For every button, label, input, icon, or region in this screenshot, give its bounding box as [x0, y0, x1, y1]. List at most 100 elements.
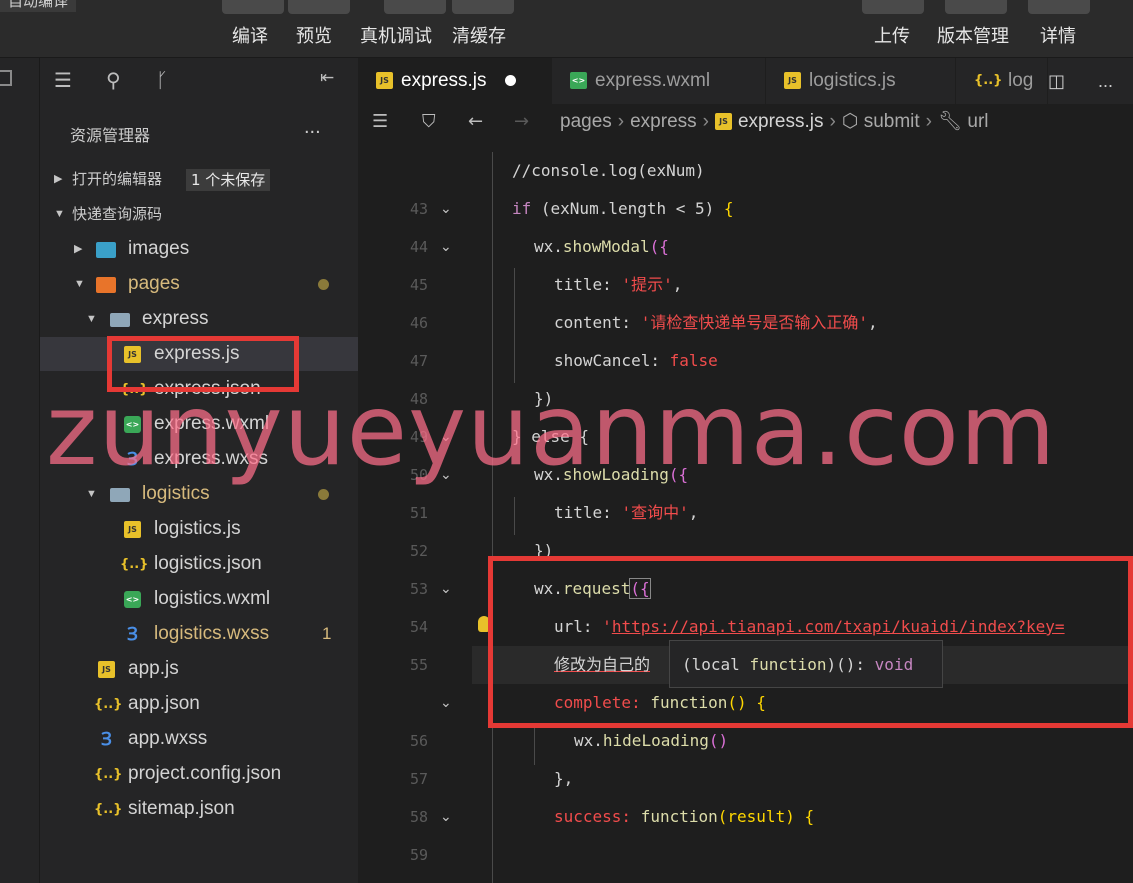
wxss-file-icon: Ɜ	[127, 624, 138, 645]
watermark-text: zunyueyuanma.com	[46, 374, 1057, 488]
code-text: showCancel:	[554, 351, 670, 370]
project-section[interactable]: ▼ 快递查询源码	[40, 197, 358, 231]
code-text: '请检查快递单号是否输入正确'	[640, 313, 868, 332]
code-area[interactable]: 43 //console.log(exNum) 44 ⌄ if (exNum.l…	[358, 140, 1133, 883]
modified-dot-icon	[318, 279, 329, 290]
tree-file-logistics-json[interactable]: {..} logistics.json	[40, 547, 358, 581]
tree-file-logistics-js[interactable]: JS logistics.js	[40, 512, 358, 546]
collapse-panel-icon[interactable]: ⇤	[320, 68, 334, 88]
cube-icon: ⬡	[841, 111, 864, 132]
code-text: '提示'	[621, 275, 673, 294]
wxss-file-icon: Ɜ	[101, 729, 112, 750]
tree-file-app-json[interactable]: {..} app.json	[40, 687, 358, 721]
tree-file-sitemap[interactable]: {..} sitemap.json	[40, 792, 358, 826]
code-text: ({	[649, 237, 669, 256]
tab-label: express.js	[401, 70, 487, 91]
tab-logistics-json[interactable]: {..} log	[956, 58, 1048, 104]
tab-express-js[interactable]: JS express.js	[358, 58, 552, 104]
chevron-right-icon: ▶	[54, 173, 63, 185]
code-text: //console.log(exNum)	[512, 161, 705, 180]
preview-icon[interactable]	[288, 0, 350, 14]
tree-folder-pages[interactable]: ▼ pages	[40, 267, 358, 301]
chevron-down-icon: ▼	[86, 313, 97, 325]
forward-arrow-icon[interactable]: →	[514, 104, 529, 140]
js-file-icon: JS	[714, 113, 732, 131]
breadcrumb-item[interactable]: pages	[560, 111, 612, 132]
wxml-file-icon: <>	[124, 591, 141, 608]
code-text: wx.	[534, 237, 563, 256]
unsaved-dot-icon[interactable]	[504, 75, 516, 87]
tree-label: express	[142, 308, 209, 329]
back-arrow-icon[interactable]: ←	[468, 104, 483, 140]
debug-icon[interactable]	[384, 0, 446, 14]
breadcrumb-separator-icon: ›	[617, 111, 625, 132]
preview-button[interactable]: 预览	[296, 22, 332, 48]
open-editors-section[interactable]: ▶ 打开的编辑器 1 个未保存	[40, 162, 358, 196]
modified-dot-icon	[318, 489, 329, 500]
split-editor-icon[interactable]: ◫	[1048, 58, 1065, 104]
wrench-icon: 🔧︎	[938, 111, 968, 132]
folder-icon	[110, 488, 130, 502]
breadcrumb-item[interactable]: url	[967, 111, 988, 132]
upload-icon[interactable]	[862, 0, 924, 14]
tree-file-app-wxss[interactable]: Ɜ app.wxss	[40, 722, 358, 756]
list-icon[interactable]: ☰	[54, 68, 72, 92]
tab-more-button[interactable]: ...	[1098, 58, 1113, 104]
tree-label: logistics.wxss	[154, 623, 270, 644]
code-text: function	[640, 807, 718, 826]
details-button[interactable]: 详情	[1040, 22, 1076, 48]
tab-label: logistics.js	[809, 70, 896, 91]
explorer-more-button[interactable]: ...	[304, 116, 321, 139]
clear-cache-button[interactable]: 清缓存	[452, 22, 506, 48]
compile-icon[interactable]	[222, 0, 284, 14]
remote-debug-button[interactable]: 真机调试	[360, 22, 432, 48]
search-icon[interactable]: ⚲	[106, 68, 121, 92]
version-icon[interactable]	[945, 0, 1007, 14]
compile-button[interactable]: 编译	[232, 22, 268, 48]
code-text: hideLoading	[602, 731, 709, 750]
panel-toggle-icon[interactable]	[0, 70, 12, 86]
json-file-icon: {..}	[120, 557, 149, 572]
tree-label: project.config.json	[128, 763, 282, 784]
breadcrumb-item[interactable]: express.js	[738, 111, 824, 132]
code-text: ,	[672, 275, 683, 294]
breadcrumb-item[interactable]: express	[630, 111, 697, 132]
tree-label: app.js	[128, 658, 179, 679]
tree-folder-express[interactable]: ▼ express	[40, 302, 358, 336]
tree-label: logistics.json	[154, 553, 262, 574]
chevron-down-icon[interactable]: ⌄	[440, 570, 452, 608]
breadcrumb-separator-icon: ›	[925, 111, 932, 132]
tab-logistics-js[interactable]: JS logistics.js	[766, 58, 956, 104]
chevron-down-icon[interactable]: ⌄	[440, 684, 452, 722]
version-manage-button[interactable]: 版本管理	[937, 22, 1009, 48]
upload-button[interactable]: 上传	[874, 22, 910, 48]
code-line: 45 ⌄ wx.showModal({	[358, 228, 1133, 294]
breadcrumb-item[interactable]: submit	[864, 111, 920, 132]
code-text: if	[512, 199, 532, 218]
chevron-down-icon[interactable]: ⌄	[440, 228, 452, 266]
project-label: 快递查询源码	[72, 205, 163, 223]
folder-icon	[110, 313, 130, 327]
tree-file-logistics-wxml[interactable]: <> logistics.wxml	[40, 582, 358, 616]
code-text: wx.	[574, 731, 603, 750]
code-line: 47 content: '请检查快递单号是否输入正确',	[358, 304, 1133, 370]
clear-cache-icon[interactable]	[452, 0, 514, 14]
sidebar-header: ☰ ⚲ ᚴ ⇤	[40, 58, 358, 102]
code-text: {	[723, 199, 734, 218]
source-control-icon[interactable]: ᚴ	[156, 68, 168, 92]
tree-label: logistics.js	[154, 518, 241, 539]
activity-bar	[0, 58, 40, 883]
chevron-down-icon[interactable]: ⌄	[440, 798, 452, 836]
pages-folder-icon	[96, 277, 116, 293]
tree-file-app-js[interactable]: JS app.js	[40, 652, 358, 686]
chevron-down-icon[interactable]: ⌄	[440, 190, 452, 228]
line-number: 60	[398, 874, 428, 883]
outline-list-icon[interactable]: ☰	[372, 104, 388, 140]
bookmark-icon[interactable]: ⛉	[422, 104, 436, 140]
tab-express-wxml[interactable]: <> express.wxml	[552, 58, 766, 104]
tree-file-logistics-wxss[interactable]: Ɜ logistics.wxss 1	[40, 617, 358, 651]
details-icon[interactable]	[1028, 0, 1090, 14]
tree-file-project-config[interactable]: {..} project.config.json	[40, 757, 358, 791]
tree-folder-images[interactable]: ▶ images	[40, 232, 358, 266]
code-text: success:	[554, 807, 641, 826]
